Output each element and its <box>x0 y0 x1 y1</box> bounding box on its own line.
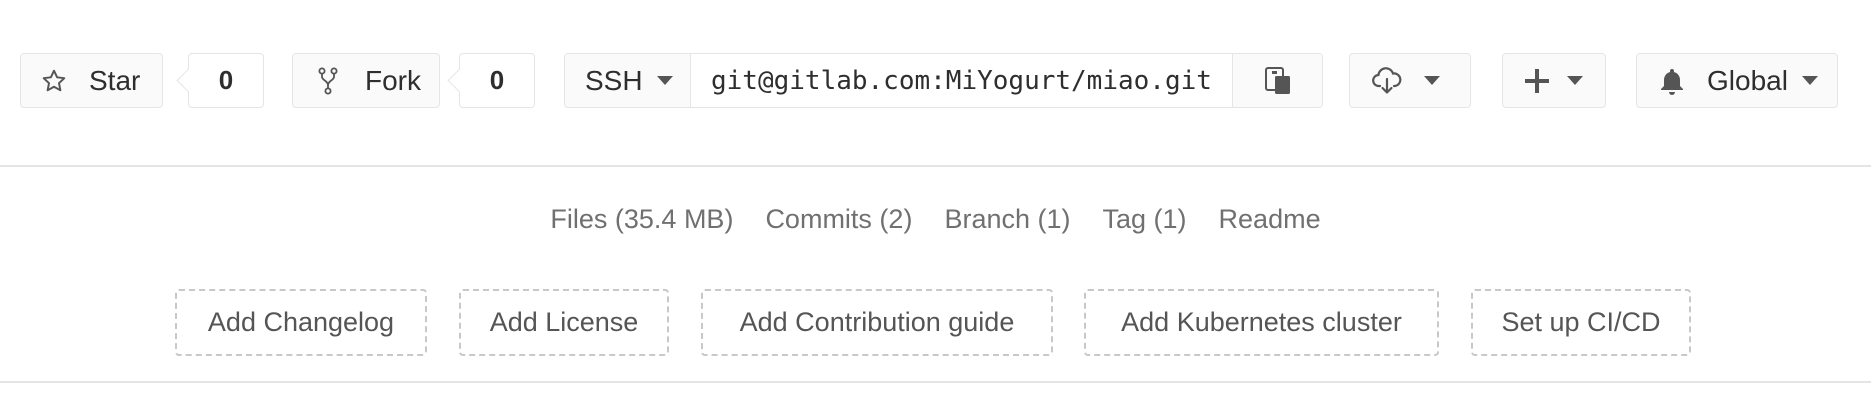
clipboard-icon <box>1263 65 1293 97</box>
download-dropdown[interactable] <box>1349 53 1471 108</box>
star-button-label: Star <box>89 64 141 96</box>
star-count[interactable]: 0 <box>188 53 264 108</box>
add-contribution-guide-button[interactable]: Add Contribution guide <box>701 289 1053 356</box>
notification-dropdown[interactable]: Global <box>1636 53 1838 108</box>
setup-cicd-button[interactable]: Set up CI/CD <box>1471 289 1691 356</box>
fork-count[interactable]: 0 <box>459 53 535 108</box>
fork-icon <box>317 67 339 95</box>
clone-protocol-dropdown[interactable]: SSH <box>565 54 691 107</box>
clone-url-group: SSH <box>564 53 1323 108</box>
add-changelog-button[interactable]: Add Changelog <box>175 289 427 356</box>
new-item-dropdown[interactable] <box>1502 53 1606 108</box>
star-button[interactable]: Star <box>20 53 163 108</box>
clone-protocol-label: SSH <box>585 64 643 96</box>
stat-branch-link[interactable]: Branch (1) <box>944 204 1070 235</box>
stat-tag-link[interactable]: Tag (1) <box>1103 204 1187 235</box>
chevron-down-icon <box>656 76 673 85</box>
cloud-download-icon <box>1372 66 1402 95</box>
chevron-down-icon <box>1424 76 1440 85</box>
copy-url-button[interactable] <box>1232 54 1322 107</box>
stat-files-link[interactable]: Files (35.4 MB) <box>550 204 733 235</box>
fork-button-label: Fork <box>365 64 421 96</box>
project-stats-nav: Files (35.4 MB) Commits (2) Branch (1) T… <box>0 204 1871 235</box>
chevron-down-icon <box>1567 76 1583 85</box>
bell-icon <box>1659 67 1685 95</box>
add-license-button[interactable]: Add License <box>459 289 669 356</box>
clone-url-input[interactable] <box>691 54 1232 107</box>
plus-icon <box>1525 68 1549 93</box>
stat-readme-link[interactable]: Readme <box>1219 204 1321 235</box>
star-outline-icon <box>41 68 67 94</box>
add-kubernetes-cluster-button[interactable]: Add Kubernetes cluster <box>1084 289 1439 356</box>
chevron-down-icon <box>1801 76 1818 85</box>
notification-label: Global <box>1707 64 1788 96</box>
fork-button[interactable]: Fork <box>292 53 440 108</box>
stat-commits-link[interactable]: Commits (2) <box>765 204 912 235</box>
project-toolbar: Star 0 Fork 0 SSH git@gitlab.com:MiYogur… <box>0 0 1871 167</box>
